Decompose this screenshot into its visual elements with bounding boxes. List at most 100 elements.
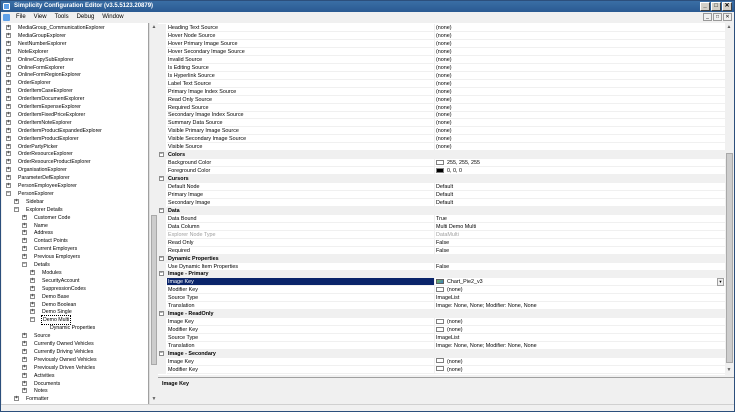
property-value[interactable]: (none) xyxy=(435,119,725,128)
expand-icon[interactable]: + xyxy=(6,167,11,173)
collapse-icon[interactable]: − xyxy=(159,350,164,356)
property-category[interactable]: − Image - ReadOnly xyxy=(158,310,725,319)
expand-icon[interactable]: + xyxy=(30,301,35,307)
property-grid[interactable]: Heading Text Source (none) Hover Node Sour… xyxy=(158,23,725,375)
expand-icon[interactable]: + xyxy=(6,56,11,62)
expand-icon[interactable]: + xyxy=(6,151,11,157)
property-value[interactable]: False xyxy=(435,239,725,247)
property-value[interactable]: (none) xyxy=(435,48,725,56)
property-row[interactable]: Explorer Node Type DataMulti xyxy=(158,230,725,239)
collapse-icon[interactable]: − xyxy=(14,206,19,212)
expand-icon[interactable]: + xyxy=(6,143,11,149)
menu-view[interactable]: View xyxy=(30,12,51,22)
expand-icon[interactable]: + xyxy=(22,380,27,386)
property-row[interactable]: Secondary Image Default xyxy=(158,198,725,207)
mdi-restore-button[interactable]: □ xyxy=(713,13,722,21)
close-button[interactable]: ✕ xyxy=(722,2,732,11)
property-value[interactable]: False xyxy=(435,247,725,255)
expand-icon[interactable]: + xyxy=(30,285,35,291)
property-row[interactable]: Heading Text Source (none) xyxy=(158,24,725,32)
scroll-down-arrow-icon[interactable]: ▼ xyxy=(151,396,157,402)
property-value[interactable]: ImageList xyxy=(435,334,725,343)
property-row[interactable]: Secondary Image Index Source (none) xyxy=(158,111,725,120)
property-value[interactable]: (none) xyxy=(435,358,725,366)
property-row[interactable]: Visible Secondary Image Source (none) xyxy=(158,135,725,144)
collapse-icon[interactable]: − xyxy=(159,207,164,213)
property-row[interactable]: Use Dynamic Item Properties False xyxy=(158,262,725,271)
property-row[interactable]: Image Key (none) xyxy=(158,357,725,366)
expand-icon[interactable]: + xyxy=(6,111,11,117)
expand-icon[interactable]: + xyxy=(6,175,11,181)
collapse-icon[interactable]: − xyxy=(6,190,11,196)
expand-icon[interactable]: + xyxy=(22,238,27,244)
property-row[interactable]: Source Type ImageList xyxy=(158,294,725,303)
property-row[interactable]: Visible Source (none) xyxy=(158,143,725,152)
property-row[interactable]: Default Node Default xyxy=(158,183,725,191)
expand-icon[interactable]: + xyxy=(6,135,11,141)
expand-icon[interactable]: + xyxy=(30,277,35,283)
expand-icon[interactable]: + xyxy=(6,88,11,94)
expand-icon[interactable]: + xyxy=(22,254,27,260)
property-row[interactable]: Label Text Source (none) xyxy=(158,79,725,88)
property-value[interactable]: (none) xyxy=(435,104,725,112)
expand-icon[interactable]: + xyxy=(22,348,27,354)
property-category[interactable]: − Dynamic Properties xyxy=(158,254,725,263)
dropdown-arrow-icon[interactable]: ▼ xyxy=(717,278,724,287)
collapse-icon[interactable]: − xyxy=(159,255,164,261)
expand-icon[interactable]: + xyxy=(22,222,27,228)
property-value[interactable]: (none) xyxy=(435,96,725,104)
expand-icon[interactable]: + xyxy=(30,269,35,275)
property-value[interactable]: (none) xyxy=(435,40,725,48)
property-row[interactable]: Image Key Chart_Pie2_v3 ▼ xyxy=(158,278,725,287)
explorer-tree[interactable]: + MediaGroup_CommunicationExplorer + MediaG… xyxy=(2,23,149,404)
property-value[interactable]: (none) xyxy=(435,64,725,72)
property-row[interactable]: Modifier Key (none) xyxy=(158,365,725,374)
property-row[interactable]: Hover Primary Image Source (none) xyxy=(158,39,725,48)
tree-scrollbar[interactable]: ▲ ▼ xyxy=(149,23,157,404)
property-value[interactable]: (none) xyxy=(435,32,725,40)
scroll-up-arrow-icon[interactable]: ▲ xyxy=(151,24,157,30)
expand-icon[interactable]: + xyxy=(6,96,11,102)
expand-icon[interactable]: + xyxy=(6,183,11,188)
menu-file[interactable]: File xyxy=(12,12,30,22)
property-value[interactable]: (none) xyxy=(435,127,725,136)
expand-icon[interactable]: + xyxy=(6,25,11,30)
property-category[interactable]: − Image - Secondary xyxy=(158,349,725,358)
expand-icon[interactable]: + xyxy=(22,230,27,236)
property-value[interactable]: Image: None, None; Modifier: None, None xyxy=(435,302,725,311)
menu-debug[interactable]: Debug xyxy=(73,12,99,22)
property-row[interactable]: Translation Image: None, None; Modifier: … xyxy=(158,302,725,311)
property-value[interactable]: (none) xyxy=(435,143,725,152)
expand-icon[interactable]: + xyxy=(6,64,11,70)
property-value[interactable]: 0, 0, 0 xyxy=(435,167,725,176)
minimize-button[interactable]: _ xyxy=(700,2,710,11)
expand-icon[interactable]: + xyxy=(6,119,11,125)
collapse-icon[interactable]: − xyxy=(159,176,164,182)
expand-icon[interactable]: + xyxy=(22,372,27,378)
property-row[interactable]: Hover Node Source (none) xyxy=(158,31,725,40)
expand-icon[interactable]: + xyxy=(6,127,11,133)
property-value[interactable]: (none) xyxy=(435,318,725,327)
property-row[interactable]: Foreground Color 0, 0, 0 xyxy=(158,167,725,176)
expand-icon[interactable]: + xyxy=(6,104,11,109)
property-row[interactable]: Background Color 255, 255, 255 xyxy=(158,159,725,168)
property-row[interactable]: Required False xyxy=(158,246,725,255)
expand-icon[interactable]: + xyxy=(22,364,27,370)
expand-icon[interactable]: + xyxy=(22,388,27,394)
grid-scroll-thumb[interactable] xyxy=(726,153,733,363)
property-value[interactable]: Default xyxy=(435,183,725,191)
property-row[interactable]: Is Editing Source (none) xyxy=(158,63,725,72)
property-row[interactable]: Data Bound True xyxy=(158,214,725,223)
property-row[interactable]: Summary Data Source (none) xyxy=(158,119,725,128)
property-row[interactable]: Read Only Source (none) xyxy=(158,95,725,104)
property-category[interactable]: − Colors xyxy=(158,151,725,160)
property-category[interactable]: − Cursors xyxy=(158,175,725,184)
grid-scrollbar[interactable]: ▲ ▼ xyxy=(725,23,734,375)
property-value[interactable]: (none) xyxy=(435,111,725,120)
property-value[interactable]: False xyxy=(435,263,725,271)
tree-scroll-thumb[interactable] xyxy=(151,215,157,365)
property-value[interactable]: Image: None, None; Modifier: None, None xyxy=(435,342,725,350)
property-value[interactable]: (none) xyxy=(435,88,725,96)
property-value[interactable]: (none) xyxy=(435,80,725,88)
expand-icon[interactable]: + xyxy=(22,356,27,362)
